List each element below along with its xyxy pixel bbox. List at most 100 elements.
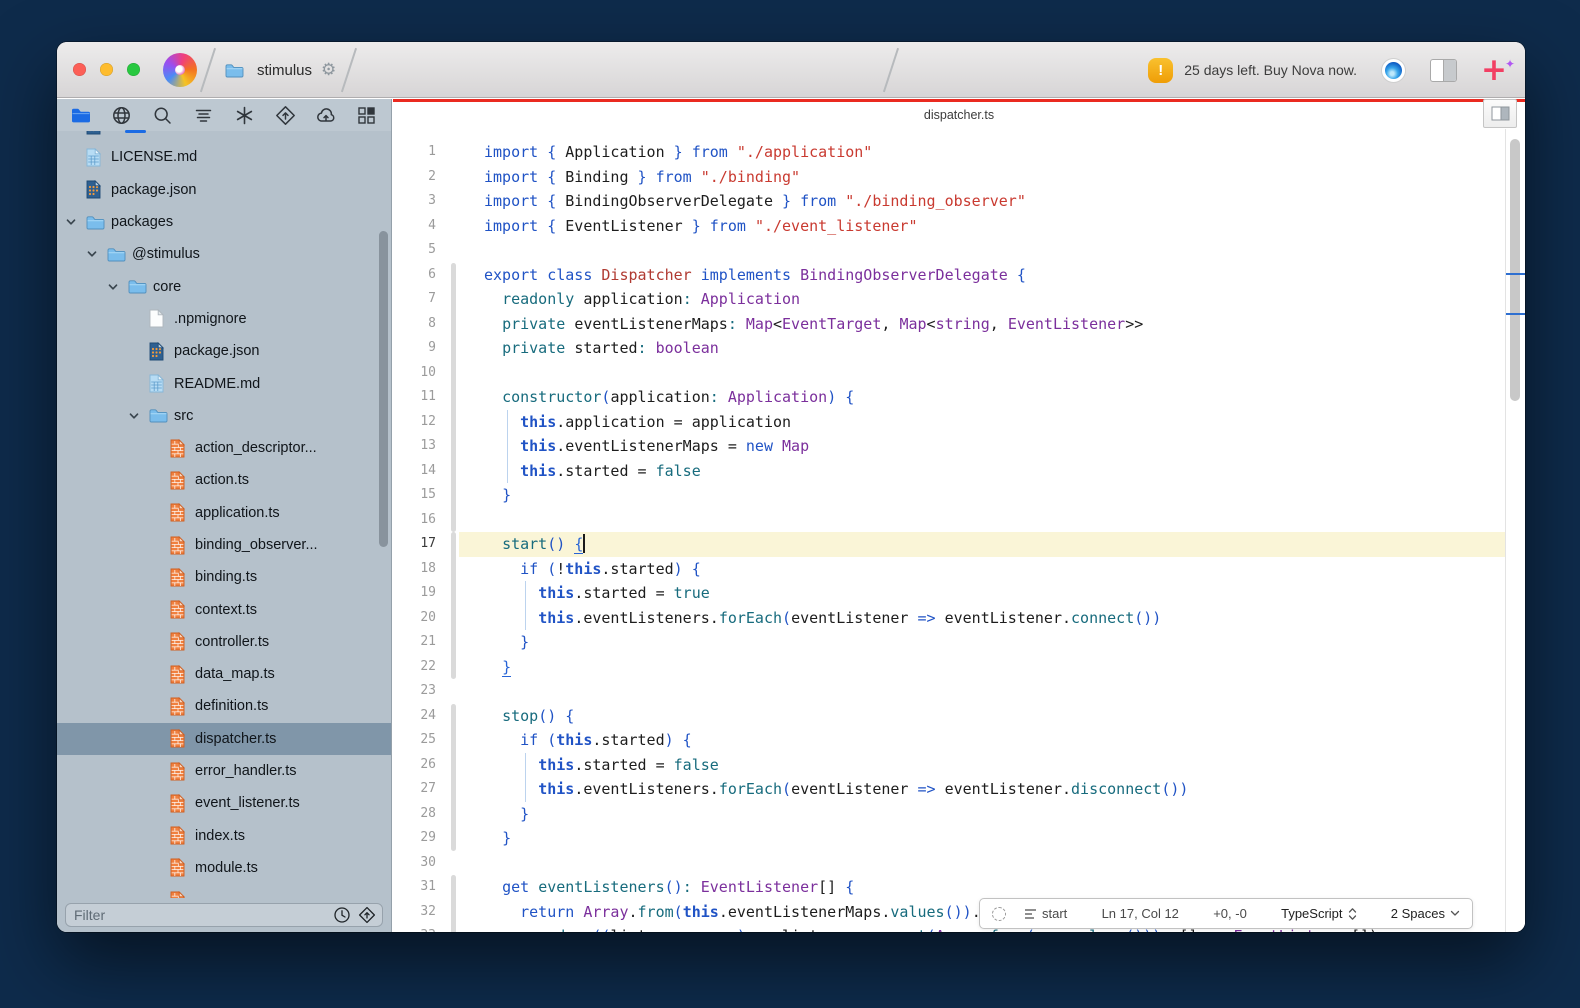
line-number: 8 — [393, 312, 436, 337]
chevron-down-icon[interactable] — [65, 216, 86, 228]
code-line-6[interactable]: 6export class Dispatcher implements Bind… — [393, 263, 1525, 288]
code-line-17[interactable]: 17 start() { — [393, 532, 1525, 557]
tree-item-core[interactable]: core — [57, 270, 391, 302]
fold-region-bar[interactable] — [451, 263, 456, 533]
tree-item-error_handler.ts[interactable]: error_handler.ts — [57, 755, 391, 787]
tree-item-definition.ts[interactable]: definition.ts — [57, 690, 391, 722]
sidebar-tab-issues[interactable] — [233, 104, 255, 126]
code-line-26[interactable]: 26 this.started = false — [393, 753, 1525, 778]
code-line-14[interactable]: 14 this.started = false — [393, 459, 1525, 484]
code-line-1[interactable]: 1import { Application } from "./applicat… — [393, 140, 1525, 165]
sidebar-tab-publish[interactable] — [315, 104, 337, 126]
fold-region-bar[interactable] — [451, 704, 456, 851]
trial-notice[interactable]: ! 25 days left. Buy Nova now. — [1148, 58, 1357, 83]
sidebar-tab-source-control[interactable] — [274, 104, 296, 126]
ts-file-icon — [170, 665, 195, 684]
filter-input[interactable] — [74, 904, 304, 926]
code-line-4[interactable]: 4import { EventListener } from "./event_… — [393, 214, 1525, 239]
code-line-3[interactable]: 3import { BindingObserverDelegate } from… — [393, 189, 1525, 214]
tree-item-clipped[interactable] — [57, 884, 391, 898]
sidebar-tab-search[interactable] — [152, 104, 174, 126]
new-item-icon[interactable]: +✦ — [1481, 60, 1507, 80]
minimize-button[interactable] — [100, 63, 113, 76]
fold-region-bar[interactable] — [451, 532, 456, 679]
tree-item-index.ts[interactable]: index.ts — [57, 820, 391, 852]
tree-item-clipped[interactable] — [57, 131, 391, 141]
sidebar-scrollbar[interactable] — [379, 231, 388, 547]
code-line-25[interactable]: 25 if (this.started) { — [393, 728, 1525, 753]
code-area[interactable]: 1import { Application } from "./applicat… — [393, 129, 1525, 932]
code-line-2[interactable]: 2import { Binding } from "./binding" — [393, 165, 1525, 190]
code-line-16[interactable]: 16 — [393, 508, 1525, 533]
chevron-down-icon[interactable] — [86, 248, 107, 260]
code-line-8[interactable]: 8 private eventListenerMaps: Map<EventTa… — [393, 312, 1525, 337]
tree-item-src[interactable]: src — [57, 400, 391, 432]
tree-item-LICENSE.md[interactable]: LICENSE.md — [57, 141, 391, 173]
code-line-5[interactable]: 5 — [393, 238, 1525, 263]
updown-chevron-icon — [1348, 907, 1357, 921]
tree-item-package.json[interactable]: package.json — [57, 174, 391, 206]
code-line-23[interactable]: 23 — [393, 679, 1525, 704]
code-line-19[interactable]: 19 this.started = true — [393, 581, 1525, 606]
sidebar-tab-symbols[interactable] — [193, 104, 215, 126]
line-number: 23 — [393, 679, 436, 704]
tree-item-application.ts[interactable]: application.ts — [57, 497, 391, 529]
tree-item-action.ts[interactable]: action.ts — [57, 464, 391, 496]
code-line-12[interactable]: 12 this.application = application — [393, 410, 1525, 435]
tree-item-data_map.ts[interactable]: data_map.ts — [57, 658, 391, 690]
code-line-30[interactable]: 30 — [393, 851, 1525, 876]
fold-region-bar[interactable] — [451, 875, 456, 932]
symbol-path[interactable]: start — [1024, 906, 1067, 921]
chevron-down-icon[interactable] — [107, 281, 128, 293]
code-line-24[interactable]: 24 stop() { — [393, 704, 1525, 729]
code-line-27[interactable]: 27 this.eventListeners.forEach(eventList… — [393, 777, 1525, 802]
code-text: private eventListenerMaps: Map<EventTarg… — [484, 312, 1143, 337]
code-line-29[interactable]: 29 } — [393, 826, 1525, 851]
sidebar-tab-extensions[interactable] — [356, 104, 378, 126]
tree-item-@stimulus[interactable]: @stimulus — [57, 238, 391, 270]
project-tab[interactable]: stimulus ⚙ — [225, 42, 336, 98]
document-title: dispatcher.ts — [393, 108, 1525, 122]
split-view-icon[interactable] — [1430, 59, 1457, 82]
tree-item-package.json[interactable]: package.json — [57, 335, 391, 367]
tree-item-README.md[interactable]: README.md — [57, 367, 391, 399]
tree-item-.npmignore[interactable]: .npmignore — [57, 303, 391, 335]
zoom-button[interactable] — [127, 63, 140, 76]
tree-item-context.ts[interactable]: context.ts — [57, 593, 391, 625]
tree-item-dispatcher.ts[interactable]: dispatcher.ts — [57, 723, 391, 755]
clock-icon[interactable] — [333, 906, 351, 929]
tree-item-controller.ts[interactable]: controller.ts — [57, 626, 391, 658]
code-line-20[interactable]: 20 this.eventListeners.forEach(eventList… — [393, 606, 1525, 631]
close-button[interactable] — [73, 63, 86, 76]
tree-item-action_descriptor...[interactable]: action_descriptor... — [57, 432, 391, 464]
code-line-21[interactable]: 21 } — [393, 630, 1525, 655]
code-line-22[interactable]: 22 } — [393, 655, 1525, 680]
editor-scrollbar[interactable] — [1505, 129, 1525, 932]
sidebar-tab-remote[interactable] — [111, 104, 133, 126]
indentation-selector[interactable]: 2 Spaces — [1391, 906, 1460, 921]
tree-item-binding_observer...[interactable]: binding_observer... — [57, 529, 391, 561]
code-line-9[interactable]: 9 private started: boolean — [393, 336, 1525, 361]
chevron-down-icon[interactable] — [128, 410, 149, 422]
preview-eye-icon[interactable] — [1381, 58, 1406, 83]
cursor-position[interactable]: Ln 17, Col 12 — [1102, 906, 1179, 921]
scrollbar-thumb[interactable] — [1510, 139, 1520, 401]
code-line-13[interactable]: 13 this.eventListenerMaps = new Map — [393, 434, 1525, 459]
gear-icon[interactable]: ⚙ — [321, 60, 336, 80]
code-line-31[interactable]: 31 get eventListeners(): EventListener[]… — [393, 875, 1525, 900]
language-selector[interactable]: TypeScript — [1281, 906, 1356, 921]
tree-item-module.ts[interactable]: module.ts — [57, 852, 391, 884]
code-line-28[interactable]: 28 } — [393, 802, 1525, 827]
source-control-diamond-icon[interactable] — [358, 906, 376, 929]
code-line-15[interactable]: 15 } — [393, 483, 1525, 508]
tree-item-event_listener.ts[interactable]: event_listener.ts — [57, 787, 391, 819]
tree-item-binding.ts[interactable]: binding.ts — [57, 561, 391, 593]
tree-item-packages[interactable]: packages — [57, 206, 391, 238]
code-line-11[interactable]: 11 constructor(application: Application)… — [393, 385, 1525, 410]
code-line-10[interactable]: 10 — [393, 361, 1525, 386]
code-line-7[interactable]: 7 readonly application: Application — [393, 287, 1525, 312]
split-editor-button[interactable] — [1483, 99, 1517, 128]
code-line-18[interactable]: 18 if (!this.started) { — [393, 557, 1525, 582]
files-icon — [70, 105, 92, 126]
sidebar-tab-files[interactable] — [70, 104, 92, 126]
